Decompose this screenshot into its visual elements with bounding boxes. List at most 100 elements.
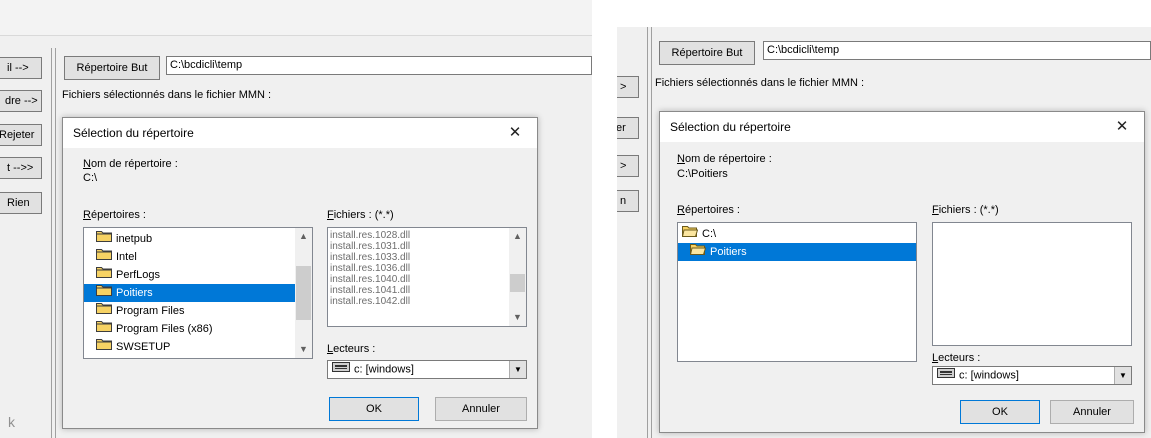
- left-top-strip: [0, 0, 592, 36]
- right-dir-dialog: Sélection du répertoire ✕ Nom de réperto…: [659, 111, 1145, 433]
- folder-icon: [96, 302, 112, 320]
- directory-name: PerfLogs: [116, 269, 161, 281]
- file-list-item[interactable]: install.res.1033.dll: [328, 252, 526, 263]
- directory-name: C:\: [702, 228, 717, 240]
- directory-list-item[interactable]: C:\: [678, 225, 916, 243]
- right-drive-select[interactable]: c: [windows] ▼: [932, 366, 1132, 385]
- right-files-label: Fichiers sélectionnés dans le fichier MM…: [655, 77, 865, 89]
- directory-name: Intel: [116, 251, 137, 263]
- directory-name: SWSETUP: [116, 341, 171, 353]
- file-list-item[interactable]: install.res.1041.dll: [328, 285, 526, 296]
- right-files-list[interactable]: [932, 222, 1132, 346]
- right-drives-label: Lecteurs :: [932, 352, 981, 364]
- left-app-window: il --> dre --> Rejeter t -->> Rien k Rép…: [0, 0, 592, 438]
- file-list-item[interactable]: install.res.1036.dll: [328, 263, 526, 274]
- directory-name: Program Files: [116, 305, 185, 317]
- folder-icon: [96, 248, 112, 266]
- directory-list-item[interactable]: inetpub: [84, 230, 312, 248]
- directory-list-item[interactable]: Program Files (x86): [84, 320, 312, 338]
- scroll-thumb[interactable]: [510, 274, 525, 292]
- scroll-down-icon[interactable]: ▼: [509, 309, 526, 326]
- chevron-down-icon[interactable]: ▼: [1114, 367, 1131, 384]
- directory-name: inetpub: [116, 233, 153, 245]
- right-side-button-3[interactable]: >: [617, 155, 639, 177]
- left-dirs-rows: inetpub Intel PerfLogs Poitiers Program File…: [84, 228, 312, 356]
- file-list-item[interactable]: install.res.1042.dll: [328, 296, 526, 307]
- left-dialog-titlebar: Sélection du répertoire ✕: [63, 118, 537, 148]
- left-separator-2: [55, 48, 56, 438]
- right-cancel-button[interactable]: Annuler: [1050, 400, 1134, 424]
- scroll-down-icon[interactable]: ▼: [295, 341, 312, 358]
- right-dirs-list[interactable]: C:\ Poitiers: [677, 222, 917, 362]
- left-cancel-button[interactable]: Annuler: [435, 397, 527, 421]
- directory-list-item[interactable]: Intel: [84, 248, 312, 266]
- right-side-button-4[interactable]: n: [617, 190, 639, 212]
- left-drive-select[interactable]: c: [windows] ▼: [327, 360, 527, 379]
- left-side-button-4[interactable]: t -->>: [0, 157, 42, 179]
- left-dir-dialog: Sélection du répertoire ✕ Nom de réperto…: [62, 117, 538, 429]
- left-dirs-list[interactable]: inetpub Intel PerfLogs Poitiers Program File…: [83, 227, 313, 359]
- scroll-up-icon[interactable]: ▲: [295, 228, 312, 245]
- left-side-button-1[interactable]: il -->: [0, 57, 42, 79]
- folder-icon: [96, 338, 112, 356]
- left-dialog-title: Sélection du répertoire: [73, 126, 194, 140]
- left-files-list[interactable]: install.res.1028.dll install.res.1031.dll…: [327, 227, 527, 327]
- close-icon[interactable]: ✕: [1104, 112, 1140, 142]
- folder-open-icon: [681, 225, 699, 243]
- right-separator: [647, 27, 648, 438]
- directory-name: Poitiers: [116, 287, 153, 299]
- directory-list-item[interactable]: PerfLogs: [84, 266, 312, 284]
- right-ok-button[interactable]: OK: [960, 400, 1040, 424]
- left-files-label: Fichiers sélectionnés dans le fichier MM…: [62, 89, 272, 101]
- left-files-scrollbar[interactable]: ▲ ▼: [509, 228, 526, 326]
- directory-list-item[interactable]: Poitiers: [84, 284, 312, 302]
- close-icon[interactable]: ✕: [497, 118, 533, 148]
- left-side-button-reject[interactable]: Rejeter: [0, 124, 42, 146]
- right-target-dir-button[interactable]: Répertoire But: [659, 41, 755, 65]
- right-side-button-1[interactable]: >: [617, 76, 639, 98]
- directory-list-item[interactable]: SWSETUP: [84, 338, 312, 356]
- right-dir-name-label: Nom de répertoire :: [677, 153, 772, 165]
- left-drives-label: Lecteurs :: [327, 343, 376, 355]
- left-target-dir-button[interactable]: Répertoire But: [64, 56, 160, 80]
- left-files-rows: install.res.1028.dll install.res.1031.dll…: [328, 228, 526, 307]
- drive-icon: [332, 361, 350, 378]
- scroll-up-icon[interactable]: ▲: [509, 228, 526, 245]
- right-drive-value: c: [windows]: [959, 369, 1019, 382]
- left-target-dir-field[interactable]: C:\bcdicli\temp: [166, 56, 592, 75]
- drive-icon: [937, 367, 955, 384]
- folder-icon: [96, 320, 112, 338]
- folder-icon: [96, 284, 112, 302]
- directory-list-item[interactable]: Program Files: [84, 302, 312, 320]
- chevron-down-icon[interactable]: ▼: [509, 361, 526, 378]
- left-dirs-label: Répertoires :: [83, 209, 146, 221]
- left-dirs-scrollbar[interactable]: ▲ ▼: [295, 228, 312, 358]
- file-list-item[interactable]: install.res.1031.dll: [328, 241, 526, 252]
- folder-open-icon: [689, 243, 707, 261]
- left-dir-name-value: C:\: [83, 172, 98, 184]
- left-dir-name-label: Nom de répertoire :: [83, 158, 178, 170]
- right-target-dir-field[interactable]: C:\bcdicli\temp: [763, 41, 1151, 60]
- right-app-window: > er > n Répertoire But C:\bcdicli\temp …: [617, 27, 1151, 438]
- left-separator: [51, 48, 52, 438]
- scroll-thumb[interactable]: [296, 266, 311, 320]
- directory-name: Poitiers: [710, 246, 747, 258]
- left-ok-button[interactable]: OK: [329, 397, 419, 421]
- right-dirs-rows: C:\ Poitiers: [678, 223, 916, 261]
- folder-icon: [96, 230, 112, 248]
- folder-icon: [96, 266, 112, 284]
- left-bottom-fragment: k: [8, 414, 15, 430]
- right-dialog-title: Sélection du répertoire: [670, 120, 791, 134]
- directory-list-item[interactable]: Poitiers: [678, 243, 916, 261]
- right-dir-name-value: C:\Poitiers: [677, 168, 728, 180]
- right-dialog-titlebar: Sélection du répertoire ✕: [660, 112, 1144, 142]
- left-side-button-2[interactable]: dre -->: [0, 90, 42, 112]
- left-drive-value: c: [windows]: [354, 363, 414, 376]
- right-side-button-reject[interactable]: er: [617, 117, 639, 139]
- file-list-item[interactable]: install.res.1028.dll: [328, 230, 526, 241]
- right-dirs-label: Répertoires :: [677, 204, 740, 216]
- left-side-button-none[interactable]: Rien: [0, 192, 42, 214]
- right-files-list-label: Fichiers : (*.*): [932, 204, 999, 216]
- directory-name: Program Files (x86): [116, 323, 213, 335]
- file-list-item[interactable]: install.res.1040.dll: [328, 274, 526, 285]
